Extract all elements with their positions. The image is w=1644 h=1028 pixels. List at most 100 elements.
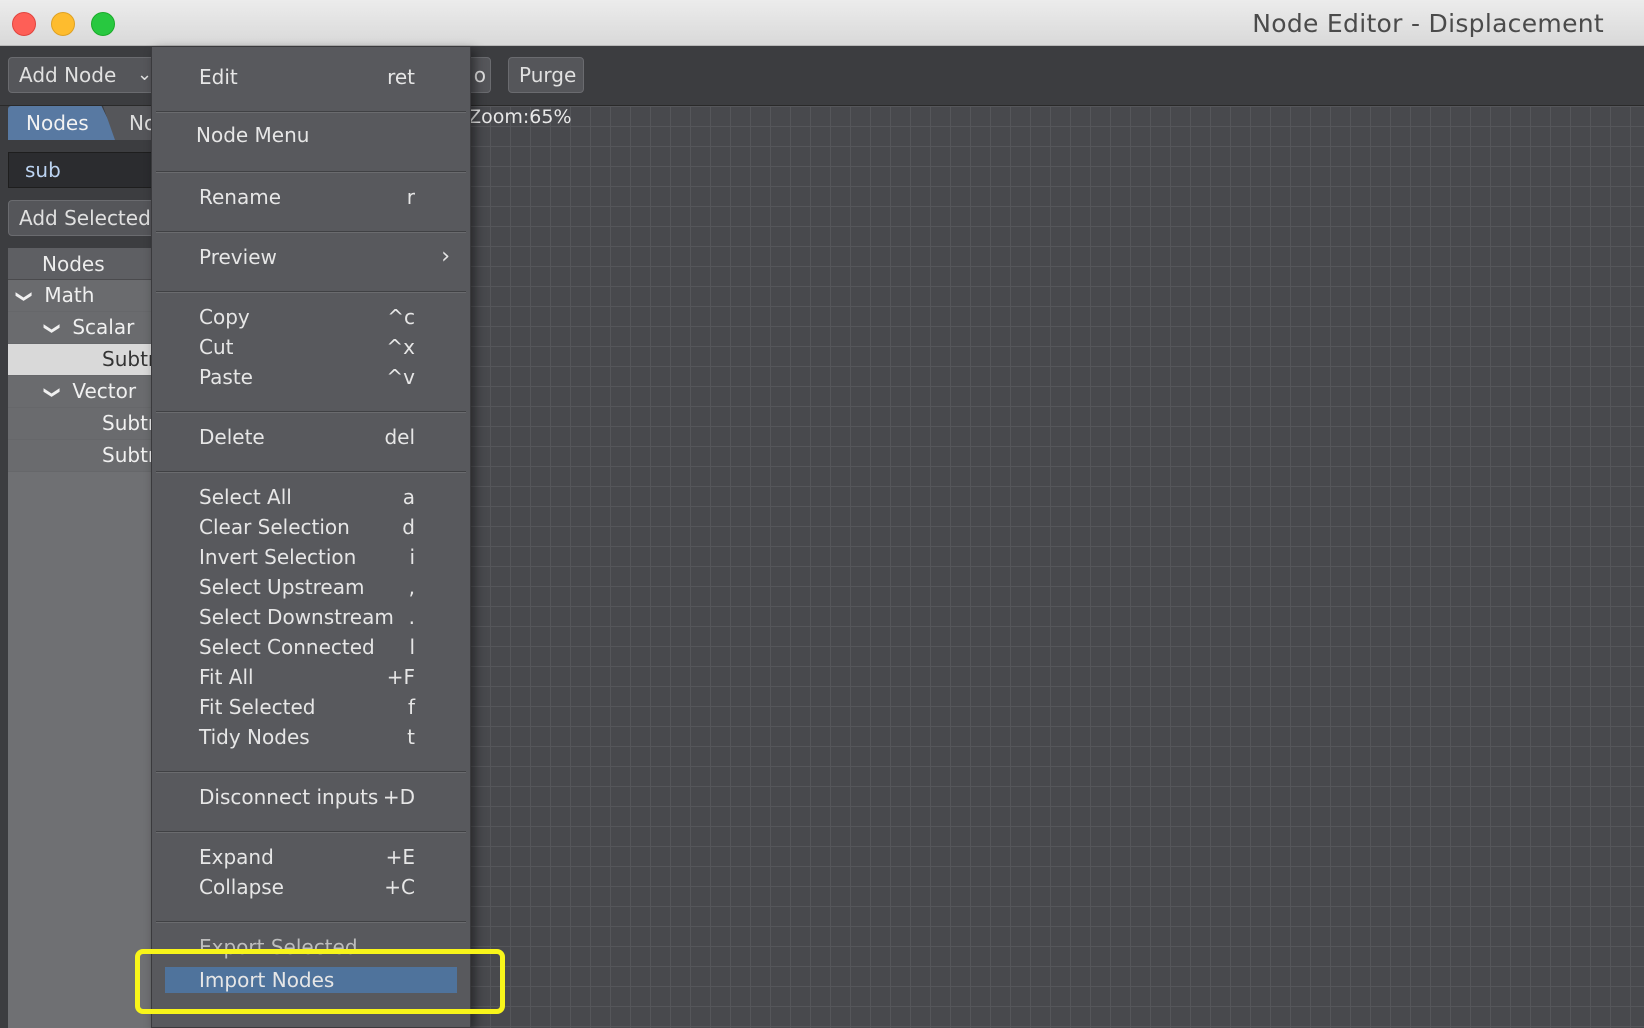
window-title: Node Editor - Displacement bbox=[1252, 9, 1604, 38]
menu-item-label: Select Connected bbox=[199, 635, 375, 659]
menu-item-label: Collapse bbox=[199, 875, 284, 899]
menu-item-select-downstream[interactable]: Select Downstream . bbox=[152, 602, 470, 632]
menu-item-fit-all[interactable]: Fit All +F bbox=[152, 662, 470, 692]
menu-item-label: Copy bbox=[199, 305, 250, 329]
tree-item-vector[interactable]: ❯ Vector bbox=[8, 376, 168, 408]
chevron-down-icon: ⌄ bbox=[137, 64, 153, 85]
chevron-down-icon[interactable]: ❯ bbox=[38, 380, 69, 406]
menu-item-fit-selected[interactable]: Fit Selected f bbox=[152, 692, 470, 722]
menu-item-shortcut: i bbox=[409, 545, 415, 569]
node-tree: Nodes ❯ Math ❯ Scalar Subtr ❯ Vector Sub… bbox=[8, 248, 168, 1028]
menu-item-label: Disconnect inputs bbox=[199, 785, 379, 809]
menu-item-paste[interactable]: Paste ^v bbox=[152, 362, 470, 392]
menu-separator bbox=[156, 921, 466, 923]
chevron-down-icon[interactable]: ❯ bbox=[10, 284, 41, 310]
menu-item-shortcut: d bbox=[402, 515, 415, 539]
menu-item-shortcut: ^v bbox=[386, 365, 415, 389]
menu-item-expand[interactable]: Expand +E bbox=[152, 842, 470, 872]
menu-item-shortcut: . bbox=[408, 605, 415, 629]
menu-separator bbox=[156, 471, 466, 473]
menu-item-shortcut: +D bbox=[382, 785, 415, 809]
menu-item-label: Clear Selection bbox=[199, 515, 350, 539]
tree-item-label: Scalar bbox=[72, 315, 135, 339]
menu-item-copy[interactable]: Copy ^c bbox=[152, 302, 470, 332]
menu-item-preview[interactable]: Preview › bbox=[152, 242, 470, 272]
menu-item-shortcut: r bbox=[406, 185, 415, 209]
tree-item-label: Subtr bbox=[102, 443, 157, 467]
menu-item-label: Edit bbox=[199, 65, 238, 89]
context-menu: Edit ret Node Menu Rename r Preview › Co… bbox=[151, 46, 471, 1028]
tree-item-math[interactable]: ❯ Math bbox=[8, 280, 168, 312]
menu-item-clear-selection[interactable]: Clear Selection d bbox=[152, 512, 470, 542]
tree-item-scalar[interactable]: ❯ Scalar bbox=[8, 312, 168, 344]
tree-empty-area bbox=[8, 472, 168, 1028]
menu-item-shortcut: a bbox=[402, 485, 415, 509]
menu-item-shortcut: del bbox=[384, 425, 415, 449]
menu-separator bbox=[156, 411, 466, 413]
menu-item-label: Fit Selected bbox=[199, 695, 316, 719]
tree-item-label: Vector bbox=[72, 379, 137, 403]
menu-item-disconnect-inputs[interactable]: Disconnect inputs +D bbox=[152, 782, 470, 812]
node-search-input[interactable]: sub bbox=[8, 152, 168, 188]
menu-item-label: Select Downstream bbox=[199, 605, 394, 629]
menu-item-shortcut: +C bbox=[384, 875, 415, 899]
window-close-button[interactable] bbox=[12, 12, 36, 36]
menu-item-invert-selection[interactable]: Invert Selection i bbox=[152, 542, 470, 572]
add-node-label: Add Node bbox=[19, 63, 117, 87]
menu-item-tidy-nodes[interactable]: Tidy Nodes t bbox=[152, 722, 470, 752]
menu-item-label: Invert Selection bbox=[199, 545, 357, 569]
menu-item-label: Tidy Nodes bbox=[199, 725, 310, 749]
window-maximize-button[interactable] bbox=[91, 12, 115, 36]
chevron-down-icon[interactable]: ❯ bbox=[38, 316, 69, 342]
tree-item-vector-subtract-2[interactable]: Subtr bbox=[8, 440, 168, 472]
menu-separator bbox=[156, 771, 466, 773]
menu-item-shortcut: l bbox=[409, 635, 415, 659]
menu-item-select-connected[interactable]: Select Connected l bbox=[152, 632, 470, 662]
menu-item-shortcut: ret bbox=[387, 65, 415, 89]
menu-item-select-all[interactable]: Select All a bbox=[152, 482, 470, 512]
window-minimize-button[interactable] bbox=[51, 12, 75, 36]
menu-item-cut[interactable]: Cut ^x bbox=[152, 332, 470, 362]
menu-separator bbox=[156, 171, 466, 173]
menu-item-shortcut: ^x bbox=[386, 335, 415, 359]
menu-header-label: Node Menu bbox=[196, 123, 310, 147]
menu-separator bbox=[156, 291, 466, 293]
menu-item-shortcut: +F bbox=[386, 665, 415, 689]
menu-item-delete[interactable]: Delete del bbox=[152, 422, 470, 452]
menu-item-label: Preview bbox=[199, 245, 277, 269]
left-panel: Nodes No sub Add Selected Nodes ❯ Math ❯… bbox=[0, 106, 183, 1028]
menu-separator bbox=[156, 111, 466, 113]
menu-item-label: Delete bbox=[199, 425, 265, 449]
highlight-callout bbox=[135, 949, 505, 1014]
menu-separator bbox=[156, 231, 466, 233]
add-node-dropdown[interactable]: Add Node ⌄ bbox=[8, 57, 158, 93]
menu-item-label: Fit All bbox=[199, 665, 254, 689]
menu-item-label: Rename bbox=[199, 185, 282, 209]
menu-item-select-upstream[interactable]: Select Upstream , bbox=[152, 572, 470, 602]
menu-item-label: Select All bbox=[199, 485, 292, 509]
menu-separator bbox=[156, 831, 466, 833]
tree-item-label: Subtr bbox=[102, 411, 157, 435]
menu-item-label: Expand bbox=[199, 845, 274, 869]
menu-item-shortcut: f bbox=[407, 695, 415, 719]
menu-item-label: Paste bbox=[199, 365, 253, 389]
tree-header: Nodes bbox=[8, 248, 168, 280]
menu-item-collapse[interactable]: Collapse +C bbox=[152, 872, 470, 902]
add-selected-button[interactable]: Add Selected bbox=[8, 200, 168, 236]
menu-header-node-menu: Node Menu bbox=[152, 120, 470, 150]
purge-button[interactable]: Purge bbox=[508, 57, 584, 93]
menu-item-label: Select Upstream bbox=[199, 575, 365, 599]
menu-item-shortcut: +E bbox=[385, 845, 415, 869]
menu-item-shortcut: t bbox=[407, 725, 415, 749]
tab-nodes[interactable]: Nodes bbox=[8, 106, 118, 140]
window-titlebar: Node Editor - Displacement bbox=[0, 0, 1644, 46]
menu-item-shortcut: , bbox=[408, 575, 415, 599]
menu-item-edit[interactable]: Edit ret bbox=[152, 62, 470, 92]
tree-item-label: Math bbox=[44, 283, 95, 307]
menu-item-shortcut: ^c bbox=[387, 305, 415, 329]
menu-item-label: Cut bbox=[199, 335, 234, 359]
menu-item-rename[interactable]: Rename r bbox=[152, 182, 470, 212]
chevron-right-icon: › bbox=[441, 244, 450, 269]
tree-item-scalar-subtract[interactable]: Subtr bbox=[8, 344, 168, 376]
tree-item-vector-subtract-1[interactable]: Subtr bbox=[8, 408, 168, 440]
